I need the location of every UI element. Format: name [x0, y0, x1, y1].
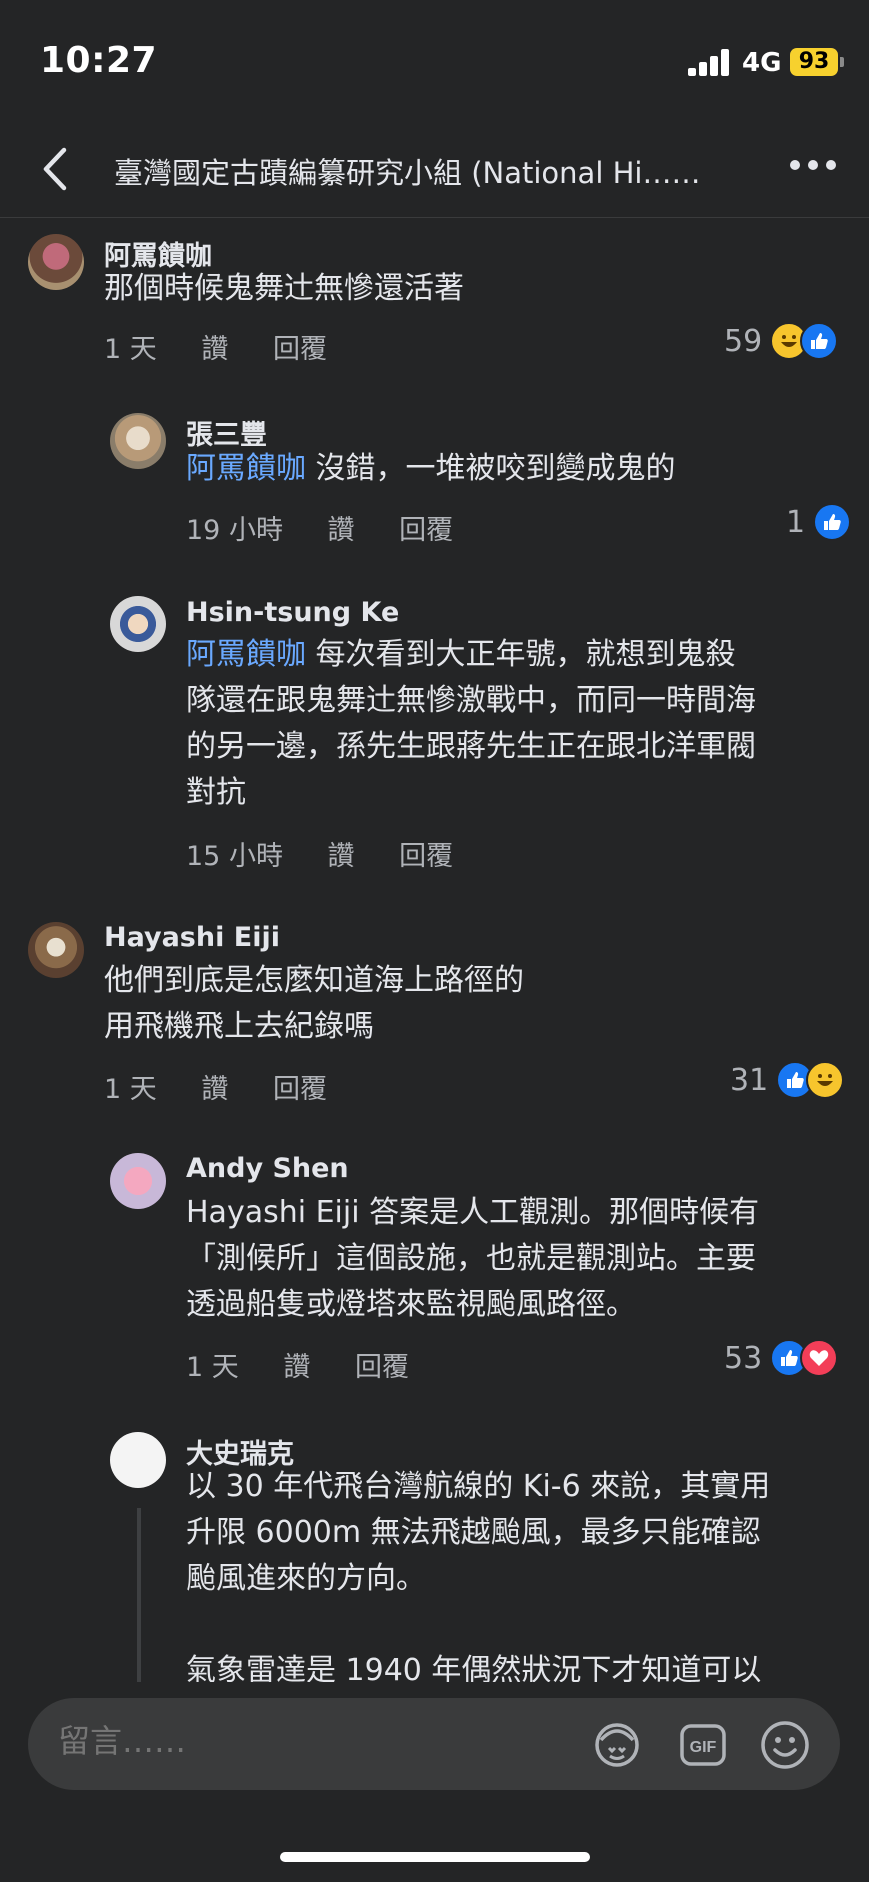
like-button[interactable]: 讚 — [328, 515, 355, 546]
comment-time: 1 天 — [186, 1352, 239, 1383]
comment-text-line: 隊還在跟鬼舞辻無慘激戰中，而同一時間海 — [186, 683, 756, 718]
reply-button[interactable]: 回覆 — [273, 1074, 327, 1105]
like-button[interactable]: 讚 — [201, 1074, 228, 1105]
avatar[interactable] — [28, 922, 84, 978]
comment-text-line: 他們到底是怎麼知道海上路徑的 — [104, 963, 524, 998]
comment-text-line: Hayashi Eiji 答案是人工觀測。那個時候有 — [186, 1195, 760, 1230]
comment-text: Hayashi Eiji 答案是人工觀測。那個時候有 「測候所」這個設施，也就是… — [186, 1190, 846, 1328]
svg-text:GIF: GIF — [690, 1739, 717, 1756]
reaction-count: 59 — [724, 323, 763, 359]
comment-meta: 19 小時 讚 回覆 — [186, 508, 489, 547]
comment-text: 以 30 年代飛台灣航線的 Ki-6 來說，其實用 升限 6000m 無法飛越颱… — [186, 1464, 846, 1682]
avatar[interactable] — [110, 1432, 166, 1488]
reply-button[interactable]: 回覆 — [399, 841, 453, 872]
reaction-summary[interactable]: 31 — [730, 1060, 845, 1100]
comment-composer[interactable]: GIF — [28, 1698, 840, 1790]
comment-text: 阿罵饋咖 每次看到大正年號，就想到鬼殺 隊還在跟鬼舞辻無慘激戰中，而同一時間海 … — [186, 632, 846, 816]
avatar[interactable] — [28, 234, 84, 290]
like-button[interactable]: 讚 — [201, 334, 228, 365]
mention-link[interactable]: 阿罵饋咖 — [186, 637, 306, 672]
comment-text-line: 氣象雷達是 1940 年偶然狀況下才知道可以 — [186, 1653, 762, 1682]
comment-text: 阿罵饋咖 沒錯，一堆被咬到變成鬼的 — [186, 446, 676, 492]
more-horizontal-icon — [790, 160, 800, 170]
reaction-count: 53 — [724, 1340, 763, 1376]
reaction-summary[interactable]: 59 — [724, 321, 839, 361]
comment-input[interactable] — [58, 1722, 478, 1760]
like-button[interactable]: 讚 — [283, 1352, 310, 1383]
haha-icon — [806, 1061, 845, 1099]
comment-text-line: 升限 6000m 無法飛越颱風，最多只能確認 — [186, 1515, 761, 1550]
comment-text-line: 的另一邊，孫先生跟蔣先生正在跟北洋軍閥 — [186, 729, 756, 764]
status-time: 10:27 — [40, 40, 158, 81]
comment-author[interactable]: Andy Shen — [186, 1153, 349, 1184]
comment-text-line: 「測候所」這個設施，也就是觀測站。主要 — [186, 1241, 756, 1276]
comment-author[interactable]: Hayashi Eiji — [104, 922, 280, 953]
comment-text-line: 對抗 — [186, 775, 246, 810]
more-button[interactable] — [790, 160, 836, 174]
reaction-summary[interactable]: 53 — [724, 1338, 839, 1378]
comment-meta: 1 天 讚 回覆 — [186, 1345, 445, 1384]
comment-time: 15 小時 — [186, 841, 283, 872]
avatar[interactable] — [110, 596, 166, 652]
reply-button[interactable]: 回覆 — [399, 515, 453, 546]
reaction-summary[interactable]: 1 — [786, 502, 852, 542]
comment-text: 他們到底是怎麼知道海上路徑的 用飛機飛上去紀錄嗎 — [104, 958, 524, 1050]
back-button[interactable] — [36, 144, 76, 194]
comment-author[interactable]: Hsin-tsung Ke — [186, 597, 399, 628]
comment-text-line: 用飛機飛上去紀錄嗎 — [104, 1009, 374, 1044]
comment-meta: 1 天 讚 回覆 — [104, 1067, 363, 1106]
comment-text-line: 以 30 年代飛台灣航線的 Ki-6 來說，其實用 — [186, 1469, 771, 1504]
network-type: 4G — [742, 48, 782, 78]
comment-text-line: 每次看到大正年號，就想到鬼殺 — [306, 637, 736, 672]
home-indicator[interactable] — [280, 1852, 590, 1862]
page-title: 臺灣國定古蹟編纂研究小組 (National Hi…… — [114, 156, 701, 190]
battery-tip — [840, 57, 844, 67]
gif-icon[interactable]: GIF — [676, 1718, 730, 1772]
comment-text-line: 颱風進來的方向。 — [186, 1561, 426, 1596]
nav-bar: 臺灣國定古蹟編纂研究小組 (National Hi…… — [0, 120, 869, 218]
comment-meta: 15 小時 讚 回覆 — [186, 834, 489, 873]
comment-text: 那個時候鬼舞辻無慘還活著 — [104, 271, 464, 306]
comment-time: 1 天 — [104, 1074, 157, 1105]
comment-text-body: 沒錯，一堆被咬到變成鬼的 — [306, 451, 676, 486]
like-button[interactable]: 讚 — [328, 841, 355, 872]
avatar[interactable] — [110, 1153, 166, 1209]
mention-link[interactable]: 阿罵饋咖 — [186, 451, 306, 486]
avatar[interactable] — [110, 413, 166, 469]
signal-icon — [688, 48, 732, 76]
reaction-count: 1 — [786, 504, 806, 540]
thread-line — [137, 1508, 141, 1683]
comment-time: 1 天 — [104, 334, 157, 365]
reaction-count: 31 — [730, 1062, 769, 1098]
avatar-sticker-icon[interactable] — [590, 1718, 644, 1772]
chevron-left-icon — [43, 147, 67, 191]
reply-button[interactable]: 回覆 — [273, 334, 327, 365]
comment-meta: 1 天 讚 回覆 — [104, 327, 363, 366]
love-icon — [800, 1339, 839, 1377]
comment-time: 19 小時 — [186, 515, 283, 546]
comment-text-line: 透過船隻或燈塔來監視颱風路徑。 — [186, 1287, 636, 1322]
like-icon — [813, 503, 852, 541]
emoji-icon[interactable] — [758, 1718, 812, 1772]
reply-button[interactable]: 回覆 — [355, 1352, 409, 1383]
like-icon — [800, 322, 839, 360]
status-bar: 10:27 4G 93 — [0, 0, 869, 120]
battery-icon: 93 — [790, 48, 838, 76]
composer-area: GIF — [0, 1682, 869, 1882]
